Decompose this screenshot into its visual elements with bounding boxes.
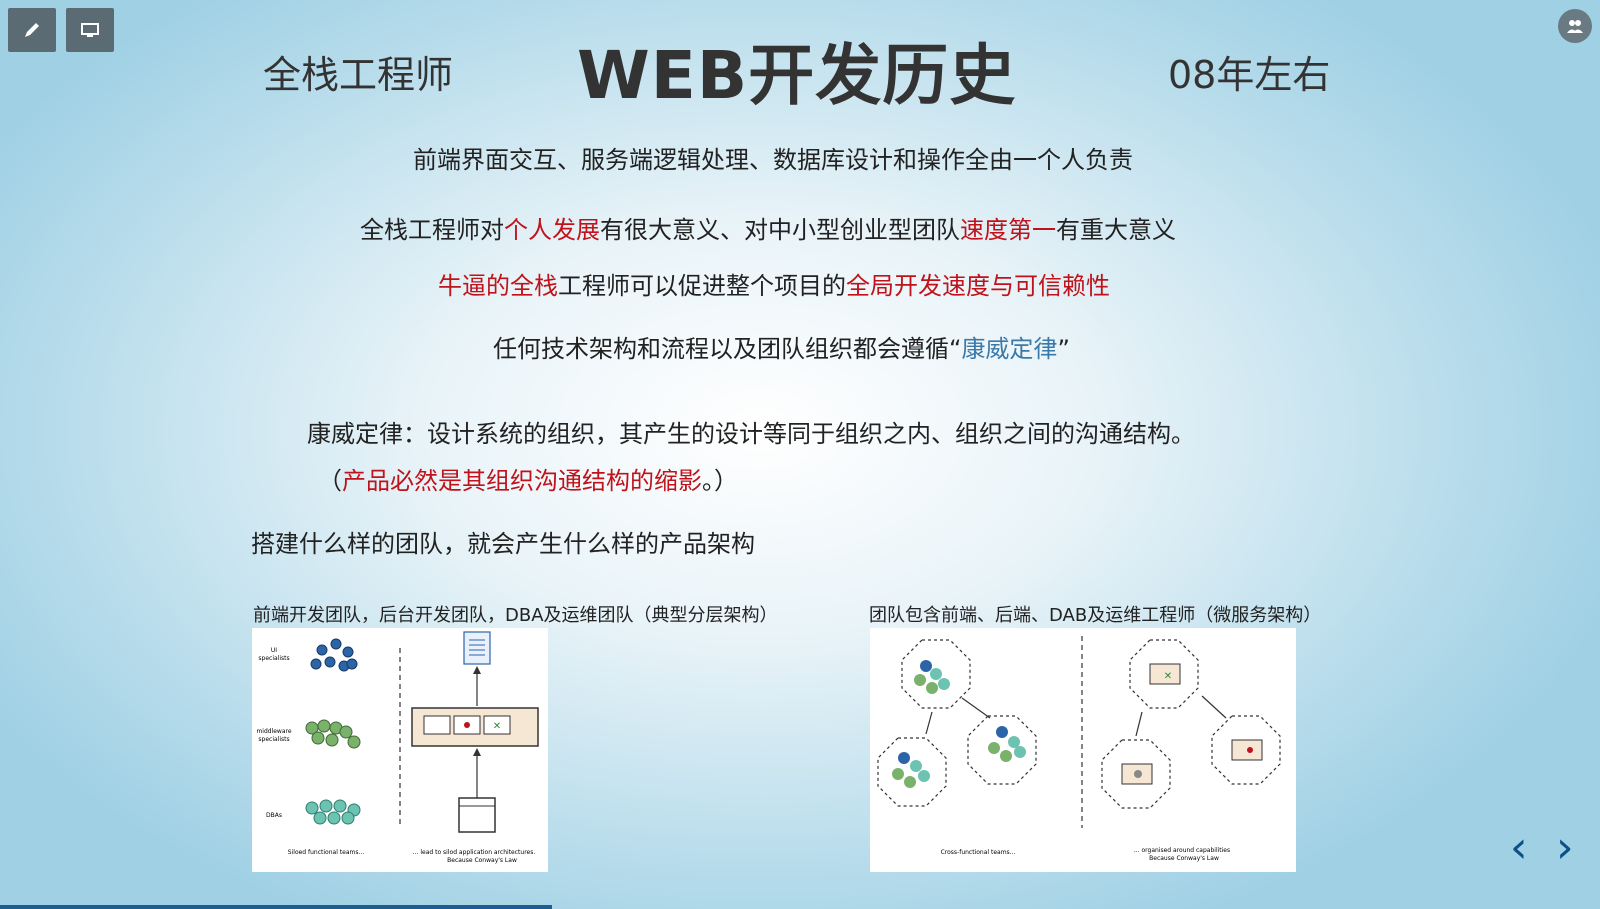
text-seg: （ — [318, 467, 342, 495]
users-button[interactable] — [1558, 9, 1592, 43]
team-group-3 — [988, 726, 1026, 762]
team-arrow-1 — [925, 711, 933, 735]
team-group-1 — [914, 660, 950, 694]
capability-arrow-1 — [1135, 711, 1143, 737]
siloed-diagram-graphic: UI specialists middleware specialists DB… — [256, 631, 539, 864]
text-seg: 有重大意义 — [1056, 216, 1176, 244]
siloed-footer-right-1: ... lead to silod application architectu… — [413, 849, 536, 856]
ui-label-2: specialists — [258, 655, 289, 662]
text-seg: ” — [1057, 335, 1070, 363]
text-seg: 全栈工程师对 — [360, 216, 504, 244]
strong-fullstack-line: 牛逼的全栈工程师可以促进整个项目的全局开发速度与可信赖性 — [438, 266, 1110, 301]
text-seg: 工程师可以促进整个项目的 — [558, 272, 846, 300]
highlight-speed: 速度第一 — [960, 216, 1056, 244]
svg-text:✕: ✕ — [1164, 671, 1172, 682]
ui-label: UI — [271, 647, 277, 654]
highlight-global: 全局开发速度与可信赖性 — [846, 272, 1110, 300]
svg-text:✕: ✕ — [493, 721, 501, 732]
document-icon — [463, 631, 491, 665]
ui-specialists-icon — [310, 638, 358, 672]
highlight-strong: 牛逼的全栈 — [438, 272, 558, 300]
conway-link[interactable]: 康威定律 — [961, 335, 1057, 363]
conway-law-note: （产品必然是其组织沟通结构的缩影。） — [318, 461, 738, 496]
text-seg: 有很大意义、对中小型创业型团队 — [600, 216, 960, 244]
team-architecture-line: 搭建什么样的团队，就会产生什么样的产品架构 — [251, 530, 755, 558]
arrow-up-head — [473, 666, 481, 674]
siloed-footer: Siloed functional teams... — [288, 849, 364, 856]
right-label: 08年左右 — [1168, 53, 1331, 97]
highlight-product: 产品必然是其组织沟通结构的缩影 — [342, 467, 702, 495]
users-icon — [1567, 20, 1583, 33]
middleware-specialists-icon — [305, 719, 361, 749]
slide-title: WEB开发历史 — [577, 37, 1017, 114]
arrow-up-head-2 — [473, 748, 481, 756]
conway-intro-line: 任何技术架构和流程以及团队组织都会遵循“康威定律” — [493, 329, 1070, 364]
conway-law-definition: 康威定律：设计系统的组织，其产生的设计等同于组织之内、组织之间的沟通结构。 — [307, 420, 1195, 448]
cross-footer-right-1: ... organised around capabilities — [1134, 847, 1230, 854]
next-slide-button[interactable]: › — [1556, 822, 1574, 873]
slide-progress-bar — [0, 905, 552, 909]
team-group-2 — [892, 752, 930, 788]
team-octagons — [877, 639, 1281, 809]
monitor-icon — [81, 23, 99, 37]
prev-slide-button[interactable]: ‹ — [1510, 822, 1528, 873]
siloed-teams-diagram: UI specialists middleware specialists DB… — [252, 628, 548, 872]
monolith-app-icon: ✕ — [411, 707, 539, 747]
left-diagram-caption: 前端开发团队，后台开发团队，DBA及运维团队（典型分层架构） — [253, 605, 778, 626]
dba-label: DBAs — [266, 812, 282, 819]
intro-line: 前端界面交互、服务端逻辑处理、数据库设计和操作全由一个人负责 — [413, 146, 1133, 174]
mw-label: middleware — [256, 728, 291, 735]
cross-functional-graphic: ✕ Cross-functional teams... ... organise… — [877, 636, 1281, 862]
screen-button[interactable] — [66, 8, 114, 52]
mw-label-2: specialists — [258, 736, 289, 743]
dba-team-icon — [305, 799, 361, 825]
siloed-footer-right-2: Because Conway's Law — [447, 857, 517, 864]
capability-arrow-2 — [1201, 695, 1227, 719]
cross-footer-right-2: Because Conway's Law — [1149, 855, 1219, 862]
pen-icon — [25, 23, 39, 37]
team-arrow-2 — [961, 697, 991, 719]
right-diagram-caption: 团队包含前端、后端、DAB及运维工程师（微服务架构） — [869, 605, 1322, 626]
pen-button[interactable] — [8, 8, 56, 52]
left-label: 全栈工程师 — [263, 53, 454, 97]
capability-box-1: ✕ — [1149, 663, 1181, 685]
highlight-personal: 个人发展 — [504, 216, 600, 244]
database-icon — [458, 797, 496, 833]
text-seg: 。） — [702, 467, 738, 495]
cross-footer: Cross-functional teams... — [941, 849, 1016, 856]
cross-functional-diagram: ✕ Cross-functional teams... ... organise… — [870, 628, 1296, 872]
capability-box-2 — [1121, 763, 1153, 785]
fullstack-meaning-line: 全栈工程师对个人发展有很大意义、对中小型创业型团队速度第一有重大意义 — [360, 210, 1176, 245]
capability-box-3 — [1231, 739, 1263, 761]
text-seg: 任何技术架构和流程以及团队组织都会遵循“ — [493, 335, 962, 363]
